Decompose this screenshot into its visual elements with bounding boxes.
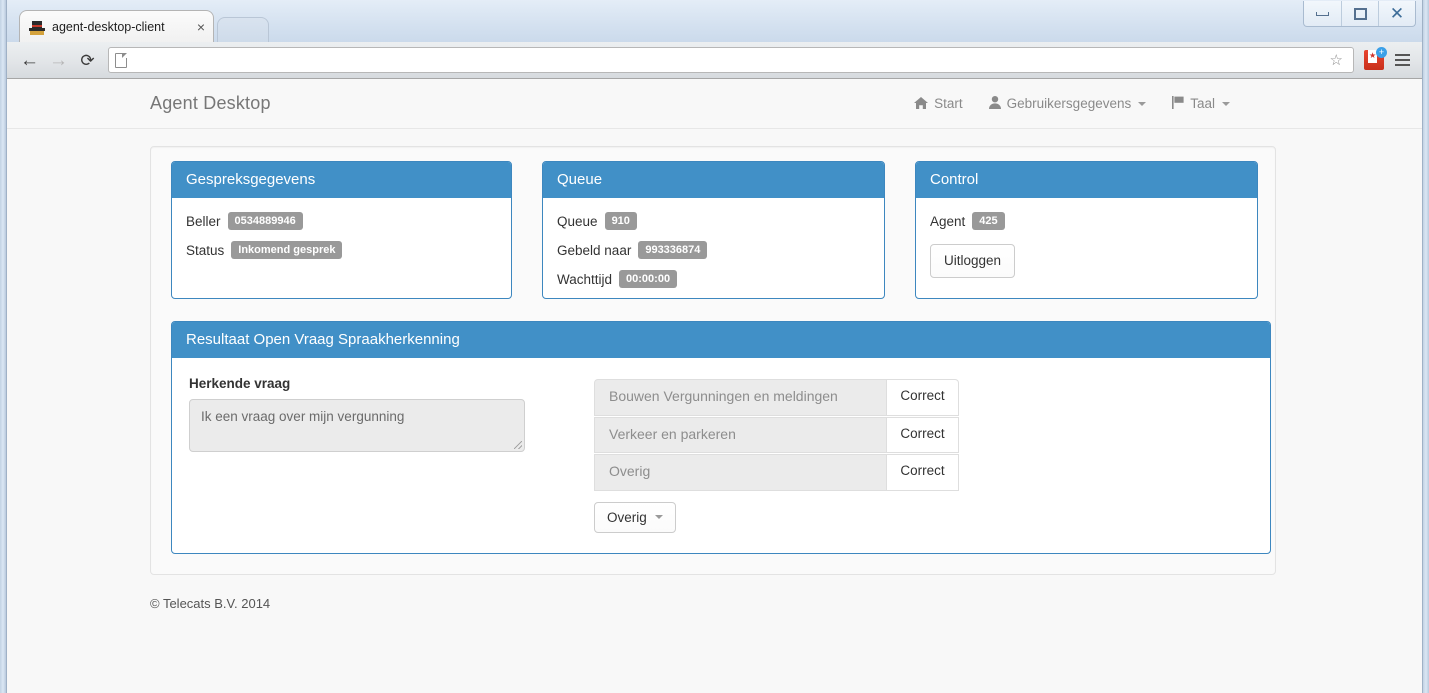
panel-gespreksgegevens-body: Beller 0534889946 Status Inkomend gespre…: [172, 198, 511, 298]
chevron-down-icon: [654, 515, 663, 519]
field-queue: Queue 910: [557, 212, 870, 231]
field-beller: Beller 0534889946: [186, 212, 497, 231]
page-title: Agent Desktop: [150, 93, 271, 113]
field-beller-value: 0534889946: [227, 212, 303, 231]
page-document-icon: [115, 52, 127, 68]
browser-tab[interactable]: agent-desktop-client ×: [19, 10, 214, 42]
tab-close-icon[interactable]: ×: [195, 20, 207, 34]
maximize-button[interactable]: [1341, 1, 1378, 26]
flag-icon: [1172, 96, 1184, 111]
panel-control-heading: Control: [916, 162, 1257, 198]
option-correct-button-verkeer[interactable]: Correct: [887, 416, 959, 453]
app-nav: Start Gebruikersgegevens Taal: [914, 96, 1230, 111]
panel-resultaat-heading: Resultaat Open Vraag Spraakherkenning: [172, 322, 1270, 358]
field-agent-value: 425: [972, 212, 1005, 231]
option-label-verkeer[interactable]: Verkeer en parkeren: [594, 416, 887, 453]
panel-control-body: Agent 425 Uitloggen: [916, 198, 1257, 298]
field-agent-label: Agent: [930, 213, 966, 229]
panel-control: Control Agent 425 Uitloggen: [915, 161, 1258, 299]
chevron-down-icon: [1138, 101, 1147, 106]
browser-toolbar: ← → ⟳ ☆ ★ +: [7, 42, 1422, 79]
option-row: Bouwen Vergunningen en meldingen Correct: [594, 379, 959, 416]
minimize-button[interactable]: [1304, 1, 1341, 26]
panel-resultaat-body: Herkende vraag Ik een vraag over mijn ve…: [172, 358, 1270, 553]
panel-queue-heading: Queue: [543, 162, 884, 198]
field-gebeld-naar-label: Gebeld naar: [557, 242, 632, 258]
field-status: Status Inkomend gesprek: [186, 241, 497, 260]
logout-button[interactable]: Uitloggen: [930, 244, 1016, 278]
reload-icon[interactable]: ⟳: [73, 47, 102, 73]
home-icon: [914, 96, 929, 111]
field-status-label: Status: [186, 242, 225, 258]
new-tab-button[interactable]: [217, 17, 269, 42]
overig-dropdown-button[interactable]: Overig: [594, 501, 676, 533]
extension-badge: +: [1376, 47, 1387, 58]
option-row: Overig Correct: [594, 454, 959, 491]
page-footer: © Telecats B.V. 2014: [150, 595, 271, 611]
status-badge: Inkomend gesprek: [231, 241, 343, 260]
browser-titlebar: agent-desktop-client × ✕: [7, 0, 1422, 42]
panel-gespreksgegevens: Gespreksgegevens Beller 0534889946 Statu…: [171, 161, 513, 299]
option-correct-button-bouwen[interactable]: Correct: [887, 379, 959, 416]
bookmark-star-icon[interactable]: ☆: [1326, 51, 1347, 69]
content-well: Gespreksgegevens Beller 0534889946 Statu…: [150, 146, 1276, 575]
field-wachttijd-label: Wachttijd: [557, 271, 613, 287]
panel-queue-body: Queue 910 Gebeld naar 993336874 Wachttij…: [543, 198, 884, 298]
app-navbar: Agent Desktop Start Gebruikersgegevens T…: [7, 79, 1422, 129]
nav-item-taal-label: Taal: [1190, 96, 1215, 111]
field-beller-label: Beller: [186, 213, 221, 229]
extension-icon[interactable]: ★ +: [1364, 47, 1387, 70]
panel-queue: Queue Queue 910 Gebeld naar 993336874 Wa…: [542, 161, 885, 299]
nav-item-start-label: Start: [934, 96, 963, 111]
recognized-question-section: Herkende vraag Ik een vraag over mijn ve…: [188, 376, 594, 533]
forward-icon[interactable]: →: [44, 47, 73, 73]
window-controls: ✕: [1303, 1, 1416, 27]
browser-menu-icon[interactable]: [1390, 54, 1414, 66]
field-gebeld-naar-value: 993336874: [638, 241, 708, 260]
browser-window: agent-desktop-client × ✕ ← → ⟳ ☆ ★ + Age…: [6, 0, 1423, 693]
field-wachttijd: Wachttijd 00:00:00: [557, 270, 870, 289]
close-button[interactable]: ✕: [1378, 1, 1415, 26]
option-label-overig[interactable]: Overig: [594, 454, 887, 491]
overig-dropdown-label: Overig: [607, 509, 647, 525]
nav-item-gebruikersgegevens-label: Gebruikersgegevens: [1006, 96, 1132, 111]
field-queue-value: 910: [604, 212, 637, 231]
telecats-favicon-icon: [29, 19, 45, 35]
browser-tab-title: agent-desktop-client: [52, 19, 165, 34]
nav-item-taal[interactable]: Taal: [1172, 96, 1230, 111]
recognized-question-label: Herkende vraag: [189, 376, 291, 391]
chevron-down-icon: [1222, 101, 1230, 106]
address-bar[interactable]: ☆: [108, 47, 1354, 73]
recognized-question-textarea[interactable]: Ik een vraag over mijn vergunning: [189, 399, 525, 452]
panel-resultaat: Resultaat Open Vraag Spraakherkenning He…: [171, 321, 1271, 554]
nav-item-start[interactable]: Start: [914, 96, 963, 111]
field-wachttijd-value: 00:00:00: [619, 270, 678, 289]
option-label-bouwen[interactable]: Bouwen Vergunningen en meldingen: [594, 379, 887, 416]
field-gebeld-naar: Gebeld naar 993336874: [557, 241, 870, 260]
close-icon: ✕: [1389, 4, 1405, 23]
window-edge-right: [1423, 0, 1429, 693]
options-list: Bouwen Vergunningen en meldingen Correct…: [594, 376, 959, 533]
user-icon: [988, 96, 1001, 111]
field-agent: Agent 425: [930, 212, 1243, 231]
page-viewport: Agent Desktop Start Gebruikersgegevens T…: [7, 79, 1422, 693]
panel-gespreksgegevens-heading: Gespreksgegevens: [172, 162, 512, 198]
option-row: Verkeer en parkeren Correct: [594, 416, 959, 453]
nav-item-gebruikersgegevens[interactable]: Gebruikersgegevens: [988, 96, 1147, 111]
field-queue-label: Queue: [557, 213, 598, 229]
panel-row-top: Gespreksgegevens Beller 0534889946 Statu…: [171, 161, 1258, 299]
back-icon[interactable]: ←: [15, 47, 44, 73]
option-correct-button-overig[interactable]: Correct: [887, 454, 959, 491]
